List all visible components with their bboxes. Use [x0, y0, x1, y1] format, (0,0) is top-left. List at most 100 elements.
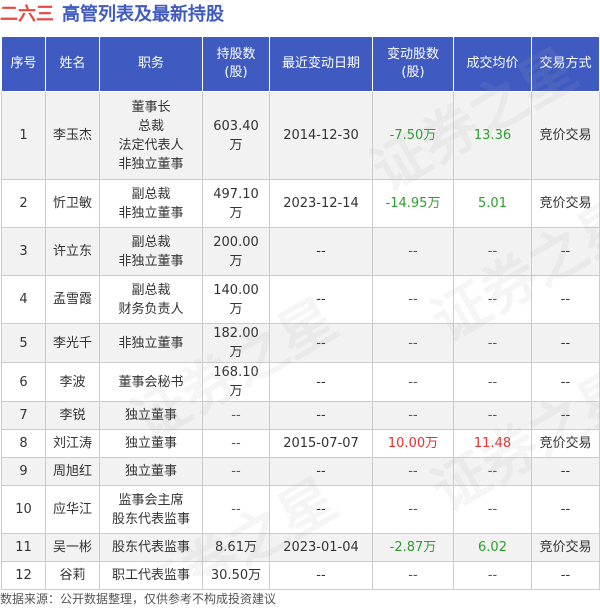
position-title: 副总裁 [131, 234, 171, 250]
shares-held: 497.10万 [202, 179, 270, 228]
row-index: 5 [1, 323, 46, 363]
table-row: 4 孟雪霞 副总裁 财务负责人 140.00万 -- -- -- -- [1, 275, 600, 324]
row-index: 6 [1, 362, 46, 402]
position-title: 总裁 [137, 118, 164, 134]
row-index: 12 [1, 561, 46, 590]
position-title: 股东代表监事 [111, 540, 190, 555]
col-latest-change-date-header: 最近变动日期 [269, 36, 373, 92]
shares-held: 603.40万 [202, 91, 270, 180]
col-shares-header: 持股数 (股) [202, 36, 270, 92]
executive-name: 李光千 [45, 323, 100, 363]
position-title: 监事会主席 [118, 492, 184, 508]
change-shares: -2.87万 [372, 533, 454, 562]
executive-positions: 独立董事 [99, 429, 203, 458]
executive-name: 谷莉 [45, 561, 100, 590]
latest-change-date: 2023-12-14 [269, 179, 373, 228]
shares-held: -- [202, 429, 270, 458]
position-title: 职工代表监事 [111, 568, 190, 583]
position-title: 独立董事 [124, 464, 177, 479]
executive-positions: 副总裁 财务负责人 [99, 275, 203, 324]
change-shares: -- [372, 362, 454, 402]
table-row: 1 李玉杰 董事长 总裁 法定代表人 非独立董事 603.40万 2014-12-30 -7.5… [1, 91, 600, 180]
change-shares: -- [372, 323, 454, 363]
trade-method: 竞价交易 [531, 91, 600, 180]
change-shares: -7.50万 [372, 91, 454, 180]
shares-held: -- [202, 401, 270, 430]
row-index: 10 [1, 485, 46, 534]
executive-name: 刘江涛 [45, 429, 100, 458]
position-title: 财务负责人 [118, 301, 184, 317]
row-index: 2 [1, 179, 46, 228]
avg-price: -- [453, 275, 532, 324]
latest-change-date: -- [269, 362, 373, 402]
avg-price: -- [453, 323, 532, 363]
change-shares: -- [372, 227, 454, 276]
shares-held: 168.10万 [202, 362, 270, 402]
trade-method: -- [531, 457, 600, 486]
table-row: 9 周旭红 独立董事 -- -- -- -- -- [1, 457, 600, 486]
latest-change-date: -- [269, 561, 373, 590]
data-source-footer: 数据来源：公开数据整理，仅供参考不构成投资建议 [0, 592, 277, 606]
change-shares: -- [372, 275, 454, 324]
shares-held: 182.00万 [202, 323, 270, 363]
executive-name: 吴一彬 [45, 533, 100, 562]
latest-change-date: 2015-07-07 [269, 429, 373, 458]
executive-name: 许立东 [45, 227, 100, 276]
trade-method: -- [531, 485, 600, 534]
row-index: 9 [1, 457, 46, 486]
executive-positions: 副总裁 非独立董事 [99, 227, 203, 276]
executive-name: 李波 [45, 362, 100, 402]
table-row: 7 李锐 独立董事 -- -- -- -- -- [1, 401, 600, 430]
latest-change-date: 2014-12-30 [269, 91, 373, 180]
row-index: 8 [1, 429, 46, 458]
page-title: 二六三 高管列表及最新持股 [0, 2, 600, 28]
change-shares: -14.95万 [372, 179, 454, 228]
executive-positions: 非独立董事 [99, 323, 203, 363]
avg-price: -- [453, 457, 532, 486]
position-title: 副总裁 [131, 186, 171, 202]
avg-price: -- [453, 485, 532, 534]
position-title: 法定代表人 [118, 137, 184, 153]
row-index: 11 [1, 533, 46, 562]
col-name-header: 姓名 [45, 36, 100, 92]
executive-positions: 股东代表监事 [99, 533, 203, 562]
trade-method: -- [531, 275, 600, 324]
executive-name: 周旭红 [45, 457, 100, 486]
latest-change-date: -- [269, 485, 373, 534]
avg-price: 6.02 [453, 533, 532, 562]
table-row: 8 刘江涛 独立董事 -- 2015-07-07 10.00万 11.48 竞价交易 [1, 429, 600, 458]
latest-change-date: -- [269, 323, 373, 363]
col-avg-price-header: 成交均价 [453, 36, 532, 92]
title-text: 高管列表及最新持股 [62, 4, 224, 25]
col-index-header: 序号 [1, 36, 46, 92]
row-index: 1 [1, 91, 46, 180]
table-header-row: 序号 姓名 职务 持股数 (股) 最近变动日期 变动股数 (股) 成交均价 交易方式 [1, 36, 600, 92]
trade-method: -- [531, 323, 600, 363]
change-shares: 10.00万 [372, 429, 454, 458]
change-shares: -- [372, 457, 454, 486]
executive-name: 李玉杰 [45, 91, 100, 180]
row-index: 7 [1, 401, 46, 430]
latest-change-date: -- [269, 227, 373, 276]
table-row: 5 李光千 非独立董事 182.00万 -- -- -- -- [1, 323, 600, 363]
table-body: 1 李玉杰 董事长总裁法定代表人非独立董事 603.40万 2014-12-30 -7.5… [1, 91, 600, 590]
position-title: 非独立董事 [118, 253, 184, 269]
avg-price: -- [453, 401, 532, 430]
table-row: 2 忻卫敏 副总裁 非独立董事 497.10万 2023-12-14 -14.95万 5.01… [1, 179, 600, 228]
position-title: 董事长 [131, 99, 171, 115]
avg-price: -- [453, 227, 532, 276]
table-row: 12 谷莉 职工代表监事 30.50万 -- -- -- -- [1, 561, 600, 590]
change-shares: -- [372, 485, 454, 534]
latest-change-date: -- [269, 457, 373, 486]
trade-method: -- [531, 227, 600, 276]
stock-name: 二六三 [0, 4, 54, 25]
avg-price: 5.01 [453, 179, 532, 228]
latest-change-date: 2023-01-04 [269, 533, 373, 562]
executive-positions: 董事长 总裁 法定代表人 非独立董事 [99, 91, 203, 180]
executive-positions: 监事会主席股东代表监事 [99, 485, 203, 534]
position-title: 股东代表监事 [111, 511, 190, 527]
executive-name: 李锐 [45, 401, 100, 430]
avg-price: 13.36 [453, 91, 532, 180]
position-title: 非独立董事 [118, 205, 184, 221]
col-position-header: 职务 [99, 36, 203, 92]
